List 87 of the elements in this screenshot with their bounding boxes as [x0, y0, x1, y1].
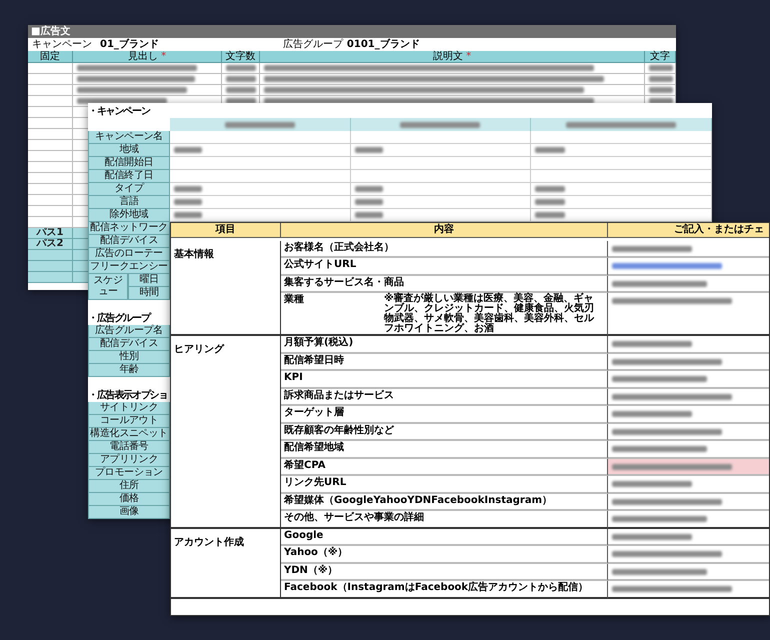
- column-header: 固定: [28, 51, 73, 63]
- item-label: 希望媒体（GoogleYahooYDNFacebookInstagram）: [284, 494, 552, 506]
- item-label: YDN（※）: [284, 564, 338, 576]
- row-label: コールアウト: [88, 415, 170, 428]
- row-label: キャンペーン名: [88, 131, 170, 144]
- table-cell: [28, 272, 73, 283]
- column-header: 文字: [645, 51, 676, 63]
- item-label: Yahoo（※）: [284, 547, 348, 559]
- item-label: Google: [284, 530, 324, 542]
- sheet-title: ■広告文: [31, 26, 70, 38]
- section-title: ・広告グループ: [88, 313, 150, 324]
- column-header: 内容: [281, 223, 608, 238]
- row-label: 性別: [88, 351, 170, 364]
- row-label: 住所: [88, 480, 170, 493]
- row-label: 時間: [128, 287, 170, 300]
- section-title: ・広告表示オプショ: [88, 390, 168, 402]
- blurred-text: [649, 65, 673, 71]
- blurred-text: [649, 87, 673, 93]
- item-label: KPI: [284, 372, 303, 384]
- item-label: リンク先URL: [284, 477, 346, 489]
- group-label: ヒアリング: [174, 344, 224, 355]
- blurred-text: [226, 65, 256, 71]
- item-label: 配信希望地域: [284, 442, 344, 454]
- column-header: 文字数: [222, 51, 260, 63]
- column-header: 説明文 *: [260, 51, 645, 63]
- row-label: プロモーション: [88, 467, 170, 480]
- blurred-text: [535, 186, 566, 192]
- blurred-text: [354, 186, 383, 192]
- row-label: 配信開始日: [88, 157, 170, 170]
- item-label: 業種: [284, 294, 305, 306]
- row-label: 電話番号: [88, 441, 170, 454]
- row-label: 除外地域: [88, 209, 170, 222]
- field-value: 01_ブランド: [100, 38, 159, 50]
- blurred-text: [174, 199, 202, 205]
- row-label: 配信デバイス: [88, 338, 170, 351]
- table-cell: [28, 261, 73, 272]
- column-header: 項目: [171, 223, 281, 238]
- blurred-text: [226, 87, 256, 93]
- item-label: お客様名（正式会社名）: [284, 242, 394, 254]
- row-label: 配信終了日: [88, 170, 170, 183]
- column-header: ご記入・またはチェ: [608, 223, 769, 238]
- item-label: 公式サイトURL: [284, 259, 356, 271]
- row-label: 構造化スニペット: [88, 428, 170, 441]
- row-label: 画像: [88, 506, 170, 519]
- field-label: 広告グループ: [282, 38, 344, 50]
- group-label: 基本情報: [174, 248, 214, 260]
- row-label: 広告グループ名: [88, 325, 170, 338]
- blurred-text: [535, 212, 566, 218]
- row-label: 曜日: [128, 274, 170, 287]
- item-label: 集客するサービス名・商品: [284, 276, 404, 288]
- blurred-text: [354, 212, 383, 218]
- item-label: Facebook（InstagramはFacebook広告アカウントから配信）: [284, 582, 588, 594]
- item-label: 既存顧客の年齢性別など: [284, 424, 394, 436]
- item-label: 希望CPA: [284, 460, 326, 472]
- item-label: その他、サービスや事業の詳細: [284, 512, 424, 524]
- row-label: 広告のローテー: [88, 248, 170, 261]
- row-label: サイトリンク: [88, 402, 170, 415]
- blurred-text: [174, 186, 202, 192]
- column-header: 見出し *: [73, 51, 222, 63]
- item-label: ターゲット層: [284, 407, 344, 419]
- note-text: ※審査が厳しい業種は医療、美容、金融、ギャンブル、クレジットカード、健康食品、火気刃物武器、サメ軟骨、美容歯科、美容外科、セルフホワイトニング、お酒: [384, 294, 596, 334]
- blurred-text: [224, 122, 295, 128]
- row-label: 価格: [88, 493, 170, 506]
- field-label: キャンペーン: [31, 38, 93, 50]
- field-value: 0101_ブランド: [346, 38, 420, 50]
- row-label: アプリリンク: [88, 454, 170, 467]
- blurred-text: [354, 199, 383, 205]
- blurred-text: [226, 76, 256, 82]
- row-label: 地域: [88, 144, 170, 157]
- item-label: 月額予算(税込): [284, 337, 354, 349]
- blurred-text: [174, 147, 202, 153]
- blurred-text: [354, 147, 383, 153]
- row-label: 配信デバイス: [88, 235, 170, 248]
- row-label: タイプ: [88, 183, 170, 196]
- blurred-text: [535, 147, 566, 153]
- item-label: 配信希望日時: [284, 354, 344, 366]
- blurred-text: [174, 212, 202, 218]
- section-title: ・キャンペーン: [88, 106, 150, 118]
- row-label: 配信ネットワーク: [88, 222, 170, 235]
- blurred-text: [535, 199, 566, 205]
- row-label: 年齢: [88, 364, 170, 377]
- group-label: アカウント作成: [174, 536, 244, 548]
- item-label: 訴求商品またはサービス: [284, 390, 394, 402]
- row-label: フリークエンシー: [88, 261, 170, 274]
- blurred-text: [649, 76, 673, 82]
- row-label: 言語: [88, 196, 170, 209]
- row-label: スケジュー: [88, 274, 128, 300]
